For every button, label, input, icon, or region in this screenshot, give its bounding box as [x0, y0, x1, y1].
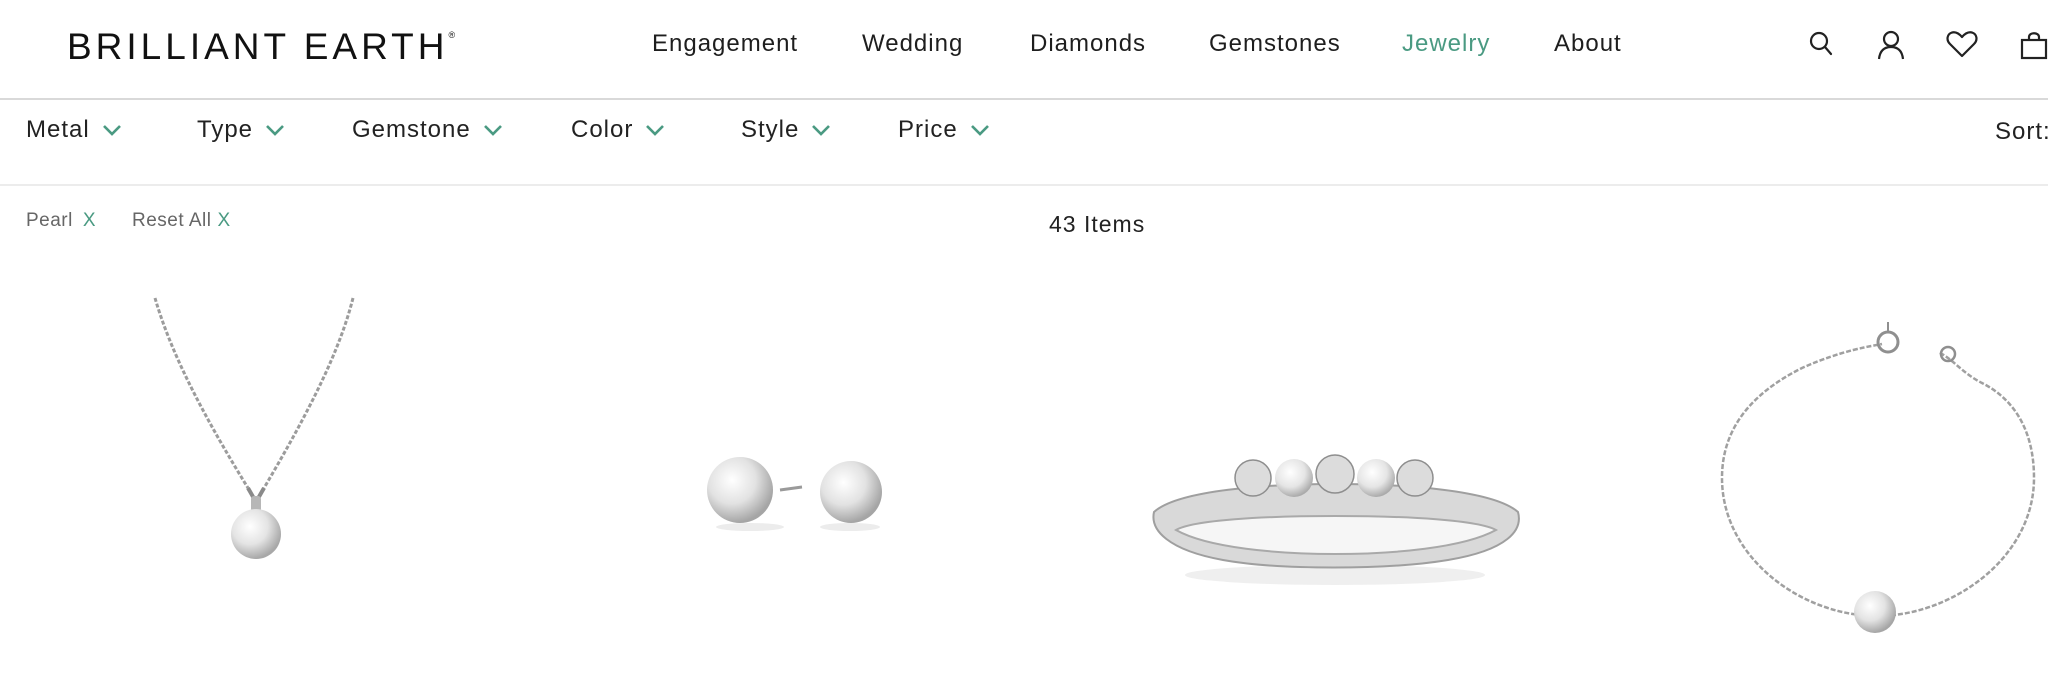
wishlist-heart-icon[interactable]: [1946, 30, 1978, 58]
chevron-down-icon: [812, 125, 831, 136]
nav-item-engagement[interactable]: Engagement: [652, 30, 798, 58]
filter-label: Gemstone: [352, 116, 471, 143]
filter-metal[interactable]: Metal: [26, 116, 122, 144]
filter-label: Style: [741, 116, 800, 143]
nav-item-jewelry[interactable]: Jewelry: [1402, 30, 1490, 58]
chevron-down-icon: [970, 125, 989, 136]
filter-label: Color: [571, 116, 634, 143]
shopping-bag-icon[interactable]: [2020, 30, 2048, 60]
nav-item-about[interactable]: About: [1554, 30, 1622, 58]
nav-item-wedding[interactable]: Wedding: [862, 30, 963, 58]
filter-gemstone[interactable]: Gemstone: [352, 116, 503, 144]
filter-label: Price: [898, 116, 958, 143]
account-icon[interactable]: [1877, 30, 1905, 60]
sort-label: Sort:: [1995, 118, 2048, 145]
remove-filter-icon[interactable]: X: [83, 210, 96, 231]
brand-name: BRILLIANT EARTH: [67, 26, 449, 67]
product-image-pearl-pendant-necklace[interactable]: [140, 290, 370, 590]
registered-mark: ®: [448, 29, 456, 40]
sort-dropdown[interactable]: Sort:: [1995, 118, 2048, 146]
results-count: 43 Items: [1049, 211, 1146, 237]
nav-item-gemstones[interactable]: Gemstones: [1209, 30, 1341, 58]
product-image-pearl-stud-earrings[interactable]: [690, 445, 890, 535]
filter-label: Type: [197, 116, 254, 143]
brand-logo[interactable]: BRILLIANT EARTH®: [67, 26, 455, 68]
site-header: BRILLIANT EARTH® Engagement Wedding Diam…: [0, 0, 2048, 100]
reset-all-filters[interactable]: Reset All X: [132, 210, 231, 232]
chevron-down-icon: [483, 125, 502, 136]
chip-label: Pearl: [26, 210, 73, 231]
chevron-down-icon: [646, 125, 665, 136]
nav-item-diamonds[interactable]: Diamonds: [1030, 30, 1146, 58]
active-filter-chip[interactable]: Pearl X: [26, 210, 96, 232]
product-image-pearl-chain-bracelet[interactable]: [1712, 318, 2042, 650]
chevron-down-icon: [266, 125, 284, 136]
filter-price[interactable]: Price: [898, 116, 990, 144]
product-image-pearl-and-diamond-ring[interactable]: [1148, 450, 1523, 590]
filter-style[interactable]: Style: [741, 116, 831, 144]
reset-all-close-icon[interactable]: X: [217, 210, 230, 231]
reset-all-label: Reset All: [132, 210, 212, 231]
filter-label: Metal: [26, 116, 90, 143]
search-icon[interactable]: [1808, 30, 1834, 58]
chevron-down-icon: [102, 125, 121, 136]
filter-bar: Metal Type Gemstone Color Style Price So…: [0, 100, 2048, 186]
filter-type[interactable]: Type: [197, 116, 285, 144]
filter-color[interactable]: Color: [571, 116, 665, 144]
